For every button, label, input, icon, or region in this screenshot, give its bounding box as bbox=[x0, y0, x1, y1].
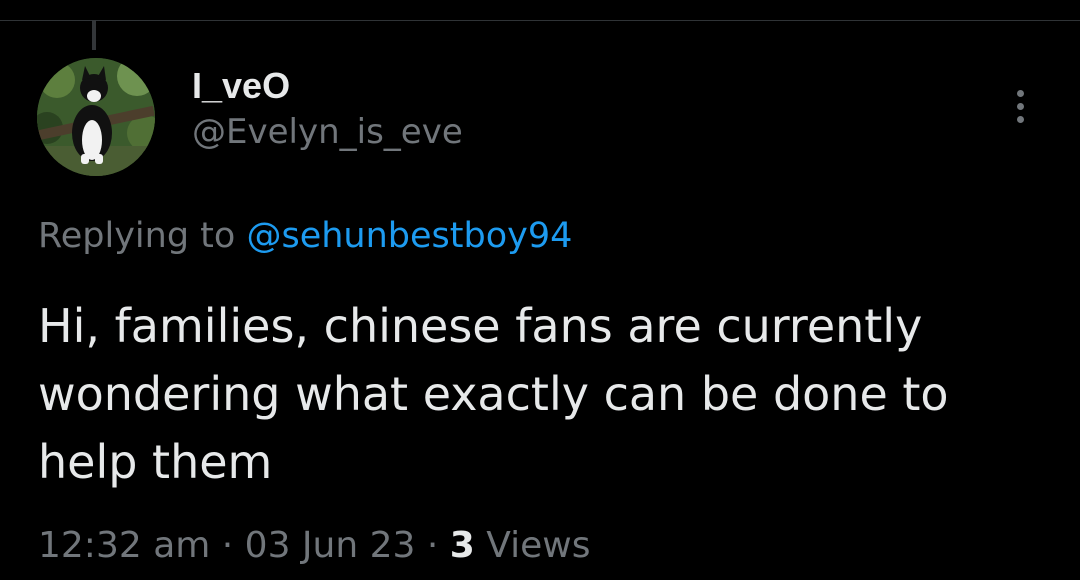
reply-to-mention-link[interactable]: @sehunbestboy94 bbox=[246, 216, 572, 256]
tweet-time[interactable]: 12:32 am bbox=[38, 525, 210, 566]
top-divider bbox=[0, 20, 1080, 21]
thread-connector-line bbox=[92, 20, 96, 50]
cat-photo-avatar bbox=[37, 58, 155, 176]
meta-separator: · bbox=[210, 525, 245, 566]
replying-to-line: Replying to @sehunbestboy94 bbox=[38, 212, 572, 260]
tweet-text: Hi, families, chinese fans are currently… bbox=[38, 299, 949, 489]
avatar[interactable] bbox=[37, 58, 155, 176]
meta-separator: · bbox=[415, 525, 450, 566]
more-vertical-icon bbox=[1016, 89, 1024, 123]
views-label[interactable]: Views bbox=[475, 525, 590, 566]
replying-to-label: Replying to bbox=[38, 216, 247, 256]
tweet-date[interactable]: 03 Jun 23 bbox=[245, 525, 416, 566]
more-options-button[interactable] bbox=[1003, 82, 1037, 130]
author-handle[interactable]: @Evelyn_is_eve bbox=[192, 110, 463, 154]
author-display-name[interactable]: I_veO bbox=[192, 62, 463, 110]
tweet-meta: 12:32 am · 03 Jun 23 · 3 Views bbox=[38, 520, 590, 572]
author-block: I_veO @Evelyn_is_eve bbox=[192, 62, 463, 154]
views-count[interactable]: 3 bbox=[450, 525, 475, 566]
